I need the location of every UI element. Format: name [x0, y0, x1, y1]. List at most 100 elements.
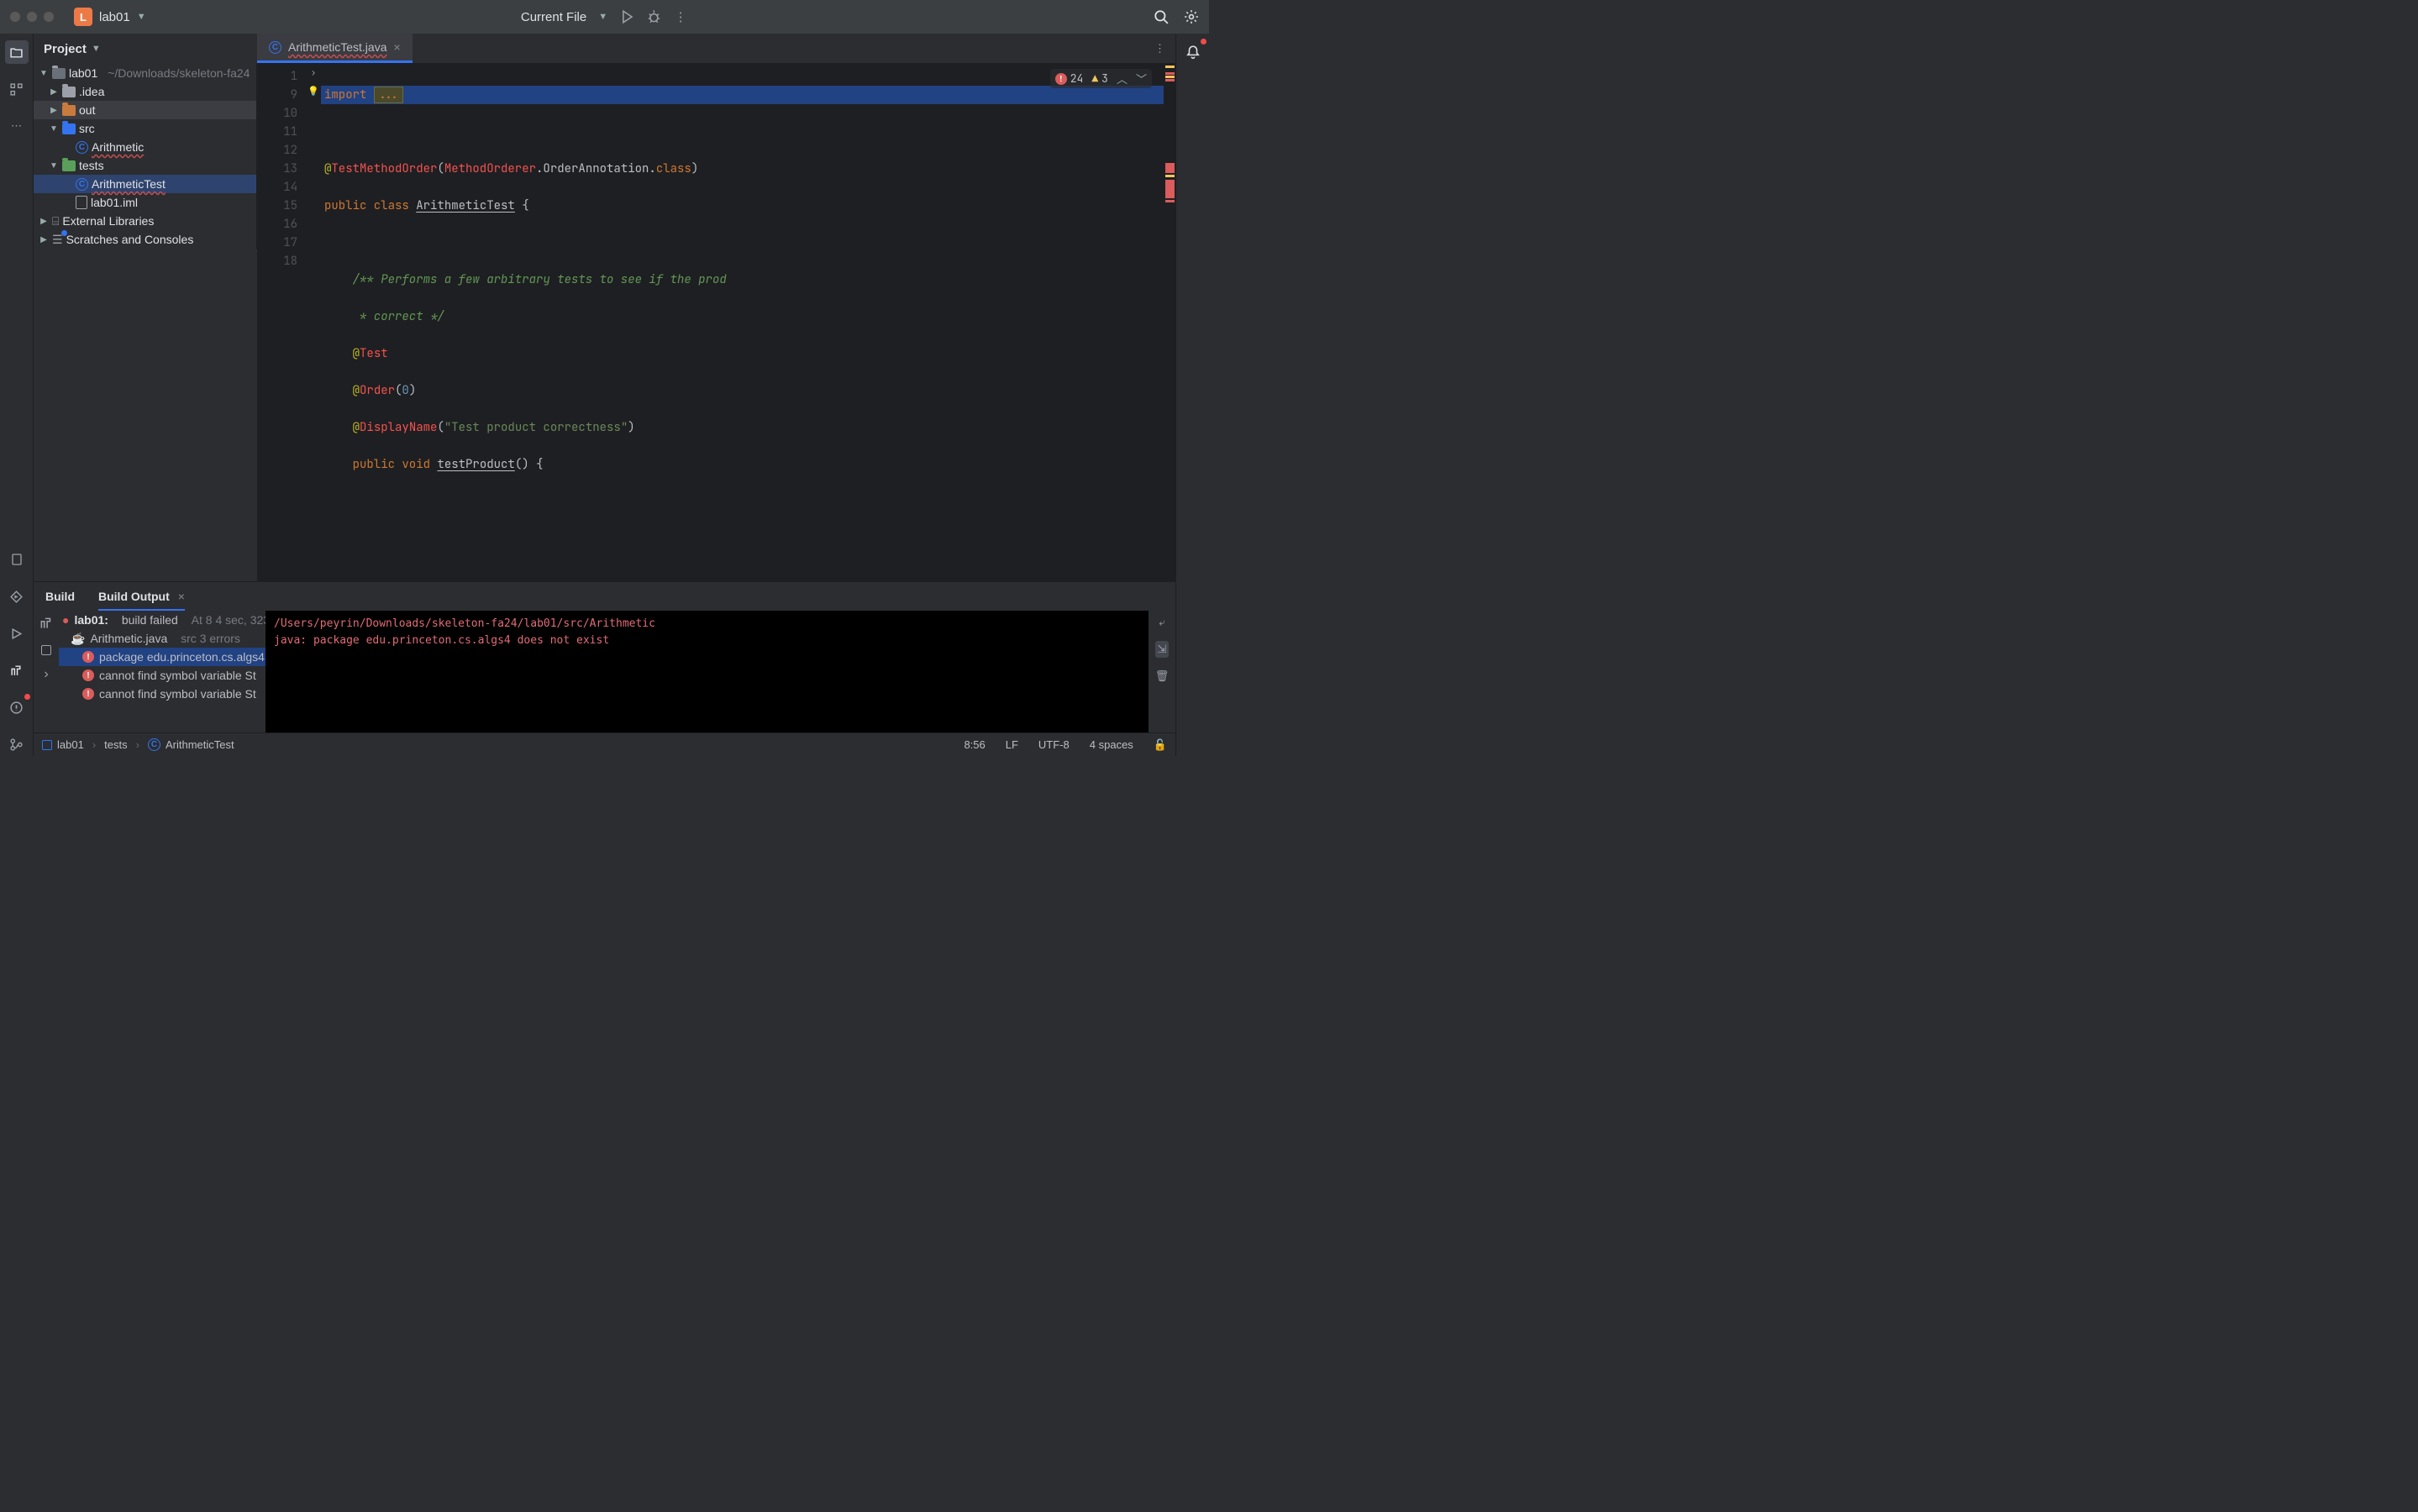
folder-icon	[62, 123, 76, 134]
settings-icon[interactable]	[1184, 9, 1199, 24]
run-tool-button[interactable]	[5, 622, 29, 645]
build-root[interactable]: ●lab01: build failed At 8 4 sec, 323 ms	[59, 611, 265, 629]
warning-icon: ▲	[1091, 71, 1098, 86]
editor-tabs: C ArithmeticTest.java × ⋮	[257, 34, 1175, 64]
class-icon: C	[76, 178, 88, 191]
breadcrumb-module[interactable]: lab01	[42, 738, 84, 751]
module-icon	[42, 740, 52, 750]
chevron-down-icon[interactable]: ▼	[92, 44, 101, 54]
scroll-to-end-icon[interactable]: ⇲	[1155, 641, 1170, 658]
fold-expand-icon[interactable]: ›	[306, 67, 321, 86]
soft-wrap-icon[interactable]: ⤶	[1159, 616, 1164, 629]
fold-gutter: › 💡	[306, 64, 321, 581]
tree-class-arithmetic[interactable]: CArithmetic	[34, 138, 256, 156]
build-error-3[interactable]: !cannot find symbol variable St	[59, 685, 265, 703]
code-editor[interactable]: 1 9 10 11 12 13 14 15 16 17 18 › �	[257, 64, 1175, 581]
tree-file-iml[interactable]: lab01.iml	[34, 193, 256, 212]
build-error-1[interactable]: !package edu.princeton.cs.algs4	[59, 648, 265, 666]
project-tree: ▼lab01 ~/Downloads/skeleton-fa24 ▶.idea …	[34, 64, 257, 249]
module-icon	[52, 68, 66, 79]
error-icon: !	[1055, 73, 1067, 85]
project-pane-header[interactable]: Project ▼	[34, 34, 257, 64]
build-error-2[interactable]: !cannot find symbol variable St	[59, 666, 265, 685]
folder-icon	[62, 105, 76, 116]
tree-root[interactable]: ▼lab01 ~/Downloads/skeleton-fa24	[34, 64, 256, 82]
editor-tab[interactable]: C ArithmeticTest.java ×	[257, 34, 413, 63]
build-file-node[interactable]: ☕Arithmetic.java src 3 errors	[59, 629, 265, 648]
indent-setting[interactable]: 4 spaces	[1090, 738, 1133, 751]
chevron-down-icon[interactable]: ▼	[598, 12, 607, 22]
intention-bulb-icon[interactable]: 💡	[306, 86, 321, 104]
build-tree: ●lab01: build failed At 8 4 sec, 323 ms …	[59, 611, 265, 732]
next-highlight-icon[interactable]: ﹀	[1136, 71, 1147, 87]
project-pane-title: Project	[44, 42, 87, 56]
class-icon: C	[269, 41, 281, 54]
more-tools-button[interactable]: ⋯	[5, 114, 29, 138]
error-icon: !	[82, 651, 94, 663]
build-gutter: ›	[34, 611, 59, 732]
folder-icon	[62, 160, 76, 171]
tree-folder-tests[interactable]: ▼tests	[34, 156, 256, 175]
run-icon[interactable]	[619, 9, 634, 24]
close-tab-icon[interactable]: ×	[393, 40, 400, 54]
build-tab[interactable]: Build	[45, 582, 75, 611]
tree-folder-out[interactable]: ▶out	[34, 101, 256, 119]
bookmark-tool-button[interactable]	[5, 548, 29, 571]
tree-folder-idea[interactable]: ▶.idea	[34, 82, 256, 101]
close-window[interactable]	[10, 12, 20, 22]
tab-filename: ArithmeticTest.java	[288, 40, 386, 54]
left-tool-rail: ⋯	[0, 34, 34, 756]
line-separator[interactable]: LF	[1006, 738, 1018, 751]
breadcrumb-class[interactable]: CArithmeticTest	[148, 738, 234, 751]
build-tool-button[interactable]	[5, 659, 29, 682]
more-vert-icon[interactable]: ⋮	[673, 9, 688, 24]
project-name[interactable]: lab01	[99, 10, 130, 24]
tree-folder-src[interactable]: ▼src	[34, 119, 256, 138]
code-lines[interactable]: import ... @TestMethodOrder(MethodOrdere…	[321, 64, 1164, 581]
prev-highlight-icon[interactable]: ︿	[1117, 71, 1128, 87]
library-icon: ⌸	[52, 214, 59, 228]
close-tab-icon[interactable]: ×	[178, 590, 185, 603]
build-output-actions: ⤶ ⇲ 🗑	[1149, 611, 1175, 732]
problems-tool-button[interactable]	[5, 696, 29, 719]
search-icon[interactable]	[1154, 9, 1169, 24]
build-hammer-icon[interactable]	[39, 616, 54, 633]
tree-scratches[interactable]: ▶☰Scratches and Consoles	[34, 230, 256, 249]
tree-external-libs[interactable]: ▶⌸External Libraries	[34, 212, 256, 230]
titlebar: L lab01 ▼ Current File ▼ ⋮	[0, 0, 1209, 34]
window-controls	[10, 12, 54, 22]
line-gutter: 1 9 10 11 12 13 14 15 16 17 18	[257, 64, 306, 581]
file-encoding[interactable]: UTF-8	[1038, 738, 1070, 751]
vcs-tool-button[interactable]	[5, 732, 29, 756]
expand-icon[interactable]: ›	[44, 667, 48, 682]
notifications-icon[interactable]	[1181, 40, 1205, 64]
tab-actions-icon[interactable]: ⋮	[1144, 34, 1175, 63]
chevron-down-icon[interactable]: ▼	[137, 12, 146, 22]
services-tool-button[interactable]	[5, 585, 29, 608]
minimize-window[interactable]	[27, 12, 37, 22]
class-icon: C	[76, 141, 88, 154]
error-stripe[interactable]	[1164, 64, 1175, 581]
debug-icon[interactable]	[646, 9, 661, 24]
caret-position[interactable]: 8:56	[964, 738, 985, 751]
statusbar: lab01 › tests › CArithmeticTest 8:56 LF …	[34, 732, 1175, 756]
readonly-lock-icon[interactable]: 🔓	[1154, 738, 1167, 752]
error-icon: !	[82, 688, 94, 700]
build-output-console[interactable]: /Users/peyrin/Downloads/skeleton-fa24/la…	[265, 611, 1149, 732]
build-panel: Build Build Output× › ●lab01: build fail…	[34, 581, 1175, 732]
clear-icon[interactable]: 🗑	[1155, 669, 1170, 683]
project-tool-button[interactable]	[5, 40, 29, 64]
build-output-tab[interactable]: Build Output×	[98, 582, 185, 611]
run-config-selector[interactable]: Current File	[521, 10, 586, 24]
breadcrumb-package[interactable]: tests	[104, 738, 127, 751]
inspections-widget[interactable]: !24 ▲3 ︿ ﹀	[1050, 69, 1152, 88]
run-config-area: Current File ▼ ⋮	[521, 9, 688, 24]
editor-area: C ArithmeticTest.java × ⋮ 1 9 10 11 12 1…	[257, 34, 1175, 581]
stop-build-icon[interactable]	[41, 645, 51, 655]
folder-icon	[62, 87, 76, 97]
right-tool-rail	[1175, 34, 1209, 756]
maximize-window[interactable]	[44, 12, 54, 22]
tree-class-arithmetictest[interactable]: CArithmeticTest	[34, 175, 256, 193]
structure-tool-button[interactable]	[5, 77, 29, 101]
error-icon: !	[82, 669, 94, 681]
